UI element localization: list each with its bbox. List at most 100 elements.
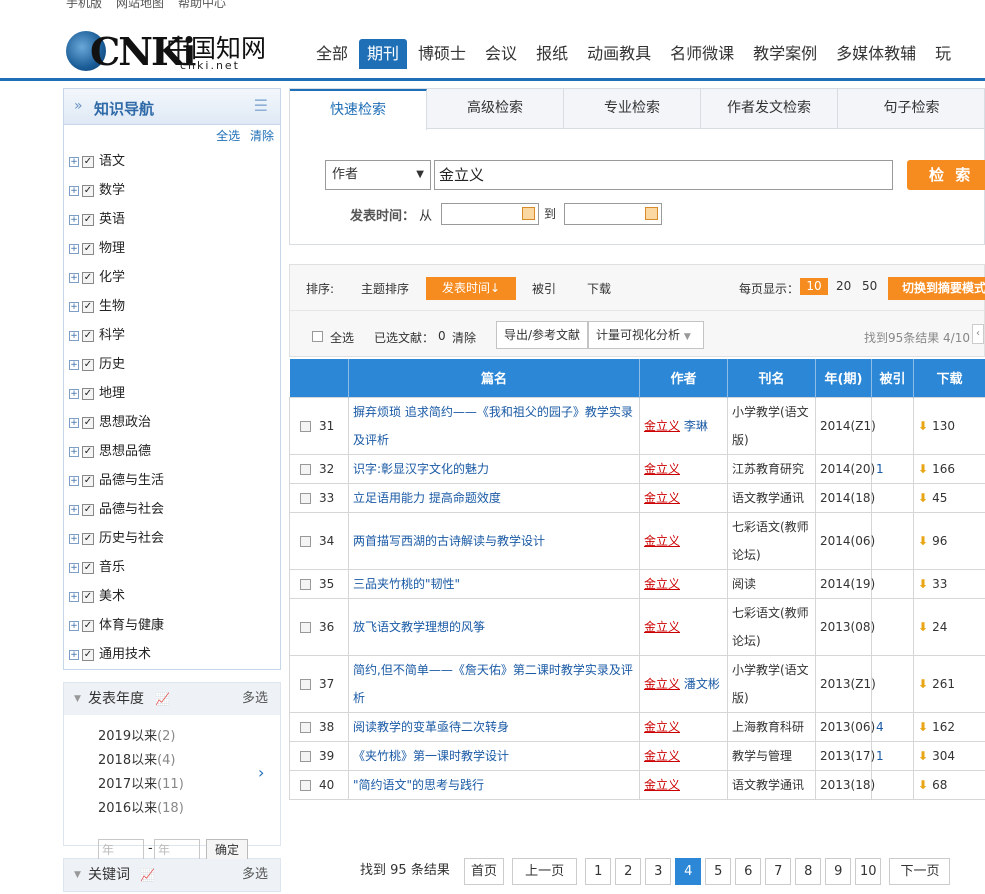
nav-item[interactable]: 动画教具 <box>579 39 659 69</box>
keyword-multi-select[interactable]: 多选 <box>242 859 268 891</box>
download-icon[interactable]: ⬇ <box>918 677 928 691</box>
page-number-button[interactable]: 6 <box>735 858 762 885</box>
prev-page-arrow-icon[interactable]: ‹ <box>972 324 984 344</box>
search-tab[interactable]: 快速检索 <box>290 89 427 130</box>
subject-item[interactable]: + ✓ 物理 <box>64 234 280 263</box>
subject-checkbox[interactable]: ✓ <box>82 445 94 458</box>
download-icon[interactable]: ⬇ <box>918 720 928 734</box>
search-tab[interactable]: 句子检索 <box>838 89 985 129</box>
row-checkbox[interactable] <box>300 721 311 733</box>
page-number-button[interactable]: 2 <box>615 858 642 885</box>
sort-date[interactable]: 发表时间↓ <box>426 277 516 300</box>
page-number-button[interactable]: 10 <box>855 858 882 885</box>
expand-plus-icon[interactable]: + <box>69 388 79 399</box>
subject-checkbox[interactable]: ✓ <box>82 271 94 284</box>
clear-link[interactable]: 清除 <box>250 129 274 143</box>
expand-plus-icon[interactable]: + <box>69 562 79 573</box>
article-title-link[interactable]: 识字:彰显汉字文化的魅力 <box>353 462 489 476</box>
subject-checkbox[interactable]: ✓ <box>82 561 94 574</box>
author-link[interactable]: 金立义 <box>644 534 680 548</box>
per-page-10[interactable]: 10 <box>800 278 828 295</box>
subject-checkbox[interactable]: ✓ <box>82 619 94 632</box>
journal-link[interactable]: 七彩语文(教师论坛) <box>732 606 809 648</box>
subject-checkbox[interactable]: ✓ <box>82 155 94 168</box>
select-all-checkbox[interactable] <box>312 331 323 342</box>
row-checkbox[interactable] <box>300 492 311 504</box>
year-item[interactable]: 2018以来(4) <box>98 749 280 773</box>
search-button[interactable]: 检 索 <box>907 160 985 190</box>
cnki-logo[interactable]: CNKi 中国知网 cnki.net <box>66 27 266 77</box>
expand-plus-icon[interactable]: + <box>69 591 79 602</box>
author-link[interactable]: 金立义 <box>644 778 680 792</box>
cited-count[interactable]: 1 <box>876 462 884 476</box>
prev-page-button[interactable]: 上一页 <box>512 858 578 885</box>
subject-item[interactable]: + ✓ 英语 <box>64 205 280 234</box>
journal-link[interactable]: 七彩语文(教师论坛) <box>732 520 809 562</box>
expand-plus-icon[interactable]: + <box>69 504 79 515</box>
page-number-button[interactable]: 4 <box>675 858 702 885</box>
subject-item[interactable]: + ✓ 语文 <box>64 147 280 176</box>
subject-checkbox[interactable]: ✓ <box>82 474 94 487</box>
year-confirm-button[interactable]: 确定 <box>206 839 248 861</box>
subject-checkbox[interactable]: ✓ <box>82 300 94 313</box>
journal-link[interactable]: 教学与管理 <box>732 749 792 763</box>
article-title-link[interactable]: "简约语文"的思考与践行 <box>353 778 484 792</box>
help-link[interactable]: 帮助中心 <box>178 0 226 9</box>
row-checkbox[interactable] <box>300 578 311 590</box>
subject-item[interactable]: + ✓ 美术 <box>64 582 280 611</box>
download-icon[interactable]: ⬇ <box>918 778 928 792</box>
download-icon[interactable]: ⬇ <box>918 620 928 634</box>
expand-plus-icon[interactable]: + <box>69 359 79 370</box>
subject-item[interactable]: + ✓ 体育与健康 <box>64 611 280 640</box>
page-number-button[interactable]: 3 <box>645 858 672 885</box>
journal-link[interactable]: 阅读 <box>732 577 756 591</box>
nav-item[interactable]: 多媒体教辅 <box>828 39 924 69</box>
subject-checkbox[interactable]: ✓ <box>82 329 94 342</box>
nav-item[interactable]: 期刊 <box>359 39 408 69</box>
year-multi-select[interactable]: 多选 <box>242 683 268 715</box>
chevron-right-icon[interactable]: › <box>258 763 264 782</box>
expand-plus-icon[interactable]: + <box>69 301 79 312</box>
subject-item[interactable]: + ✓ 品德与生活 <box>64 466 280 495</box>
page-number-button[interactable]: 5 <box>705 858 732 885</box>
subject-item[interactable]: + ✓ 地理 <box>64 379 280 408</box>
subject-checkbox[interactable]: ✓ <box>82 503 94 516</box>
subject-checkbox[interactable]: ✓ <box>82 242 94 255</box>
article-title-link[interactable]: 《夹竹桃》第一课时教学设计 <box>353 749 509 763</box>
expand-plus-icon[interactable]: + <box>69 417 79 428</box>
row-checkbox[interactable] <box>300 535 311 547</box>
author-link[interactable]: 金立义 <box>644 620 680 634</box>
sort-topic[interactable]: 主题排序 <box>361 280 409 297</box>
subject-item[interactable]: + ✓ 品德与社会 <box>64 495 280 524</box>
cited-count[interactable]: 4 <box>876 720 884 734</box>
search-input[interactable]: 金立义 <box>434 160 893 190</box>
search-tab[interactable]: 高级检索 <box>427 89 564 129</box>
expand-plus-icon[interactable]: + <box>69 185 79 196</box>
visualize-button[interactable]: 计量可视化分析 ▼ <box>588 321 704 349</box>
expand-plus-icon[interactable]: + <box>69 475 79 486</box>
article-title-link[interactable]: 三品夹竹桃的"韧性" <box>353 577 460 591</box>
author-link[interactable]: 金立义 <box>644 720 680 734</box>
switch-abstract-button[interactable]: 切换到摘要模式 <box>888 277 985 300</box>
subject-checkbox[interactable]: ✓ <box>82 213 94 226</box>
year-item[interactable]: 2016以来(18) <box>98 797 280 821</box>
subject-checkbox[interactable]: ✓ <box>82 532 94 545</box>
expand-plus-icon[interactable]: + <box>69 272 79 283</box>
row-checkbox[interactable] <box>300 779 311 791</box>
subject-item[interactable]: + ✓ 生物 <box>64 292 280 321</box>
download-icon[interactable]: ⬇ <box>918 749 928 763</box>
clear-selection-link[interactable]: 清除 <box>452 329 476 346</box>
expand-plus-icon[interactable]: + <box>69 620 79 631</box>
author-link[interactable]: 金立义 <box>644 577 680 591</box>
chart-icon[interactable]: 📈 <box>140 859 155 891</box>
coauthor-link[interactable]: 李琳 <box>684 419 708 433</box>
nav-item[interactable]: 全部 <box>308 39 356 69</box>
download-icon[interactable]: ⬇ <box>918 534 928 548</box>
year-from-input[interactable]: 年 <box>98 839 144 861</box>
subject-checkbox[interactable]: ✓ <box>82 184 94 197</box>
date-from-input[interactable] <box>441 203 539 225</box>
year-to-input[interactable]: 年 <box>154 839 200 861</box>
journal-link[interactable]: 江苏教育研究 <box>732 462 804 476</box>
subject-checkbox[interactable]: ✓ <box>82 648 94 661</box>
sort-download[interactable]: 下载 <box>587 280 611 297</box>
